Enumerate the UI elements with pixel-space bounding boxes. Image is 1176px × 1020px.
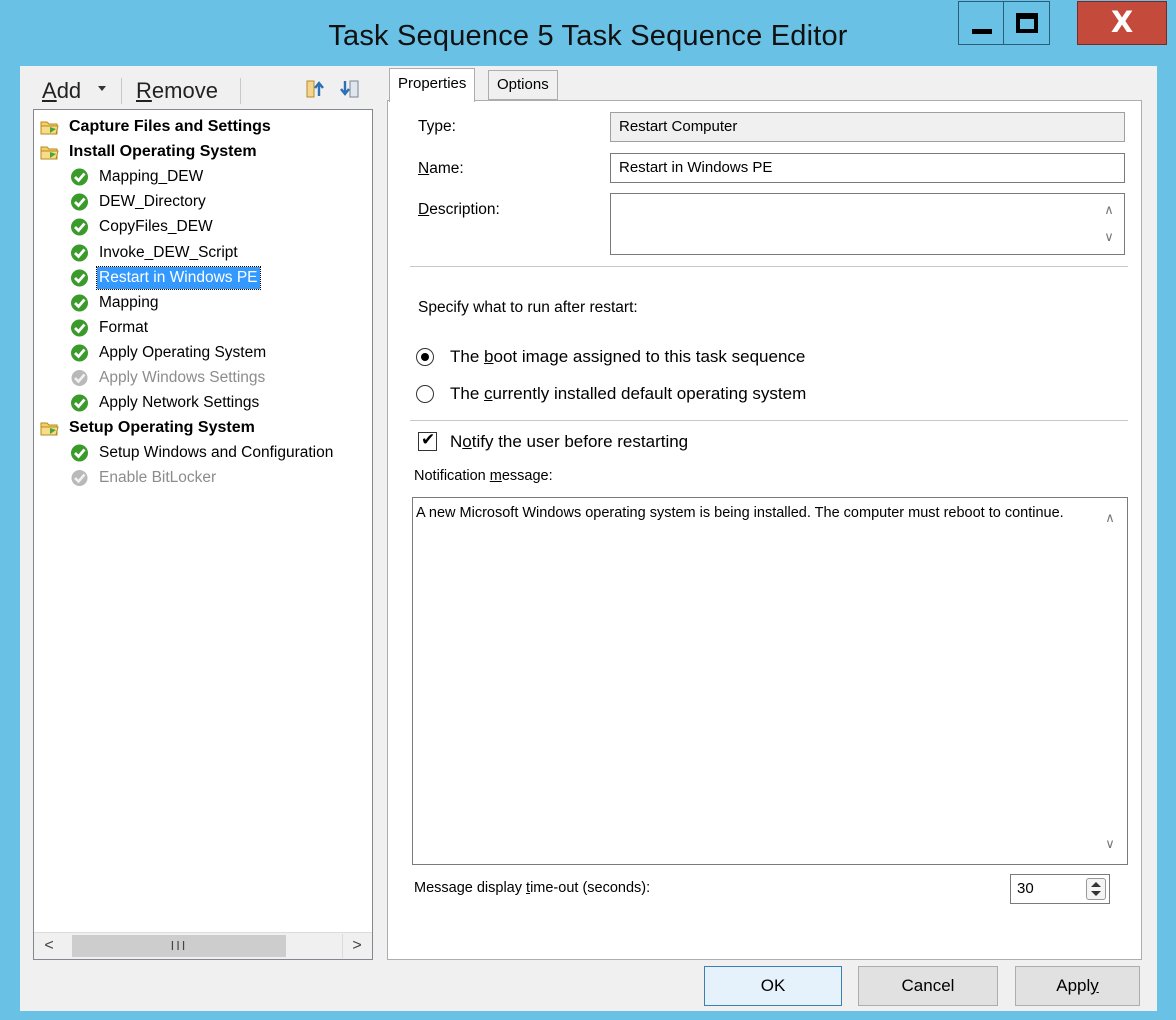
success-check-icon [70,344,89,362]
success-check-icon [70,269,89,287]
maximize-button[interactable] [1004,1,1050,45]
maximize-icon [1016,13,1038,33]
tree-horizontal-scrollbar[interactable]: < III > [34,932,372,959]
tree-item-label: CopyFiles_DEW [99,218,213,236]
success-check-icon [70,193,89,211]
tree-item-label: Capture Files and Settings [69,118,271,135]
close-icon: X [1110,5,1134,39]
move-down-icon[interactable] [338,78,360,100]
installed-os-radio-label[interactable]: The currently installed default operatin… [450,384,806,404]
scroll-down-icon[interactable]: ∨ [1097,832,1123,856]
notification-message-label: Notification message: [414,468,553,484]
toolbar-divider [121,78,122,104]
success-check-icon [70,444,89,462]
type-field: Restart Computer [610,112,1125,142]
tree-item-label: Setup Operating System [69,419,255,437]
name-field[interactable]: Restart in Windows PE [610,153,1125,183]
success-check-icon [70,394,89,412]
folder-icon [40,118,59,136]
move-up-icon[interactable] [305,78,327,100]
toolbar-divider [240,78,241,104]
spinner-arrows-icon[interactable] [1086,878,1106,900]
scroll-right-icon[interactable]: > [342,934,371,958]
timeout-value[interactable]: 30 [1017,875,1034,903]
timeout-spinner[interactable]: 30 [1010,874,1110,904]
tree-item-label: Apply Operating System [99,343,267,361]
description-field[interactable]: ∧ ∨ [610,193,1125,255]
task-sequence-tree[interactable]: Capture Files and Settings Install Operat… [33,109,373,960]
disabled-step-icon [70,469,89,487]
tree-item-label: Apply Network Settings [99,394,260,412]
cancel-button[interactable]: Cancel [858,966,998,1006]
scroll-left-icon[interactable]: < [35,934,63,958]
success-check-icon [70,294,89,312]
add-dropdown-arrow-icon[interactable] [98,86,106,91]
tree-item-label: Apply Windows Settings [99,369,266,386]
tree-item-label: Setup Windows and Configuration [99,444,334,462]
success-check-icon [70,319,89,337]
editor-window: Task Sequence 5 Task Sequence Editor X A… [0,0,1176,1020]
task-toolbar: Add Remove [20,72,375,108]
success-check-icon [70,168,89,186]
tree-item-label: Format [99,318,149,336]
add-menu-button[interactable]: Add [42,78,81,104]
tree-item-label: Invoke_DEW_Script [99,243,238,261]
title-bar[interactable]: Task Sequence 5 Task Sequence Editor X [0,0,1176,66]
minimize-button[interactable] [958,1,1004,45]
boot-image-radio-label[interactable]: The boot image assigned to this task seq… [450,347,805,367]
folder-icon [40,143,59,161]
name-label: Name: [418,160,464,177]
tree-item-label: Enable BitLocker [99,469,217,487]
scroll-up-icon[interactable]: ∧ [1097,506,1123,530]
pane-splitter[interactable] [378,66,386,961]
remove-button[interactable]: Remove [136,78,218,104]
restart-target-label: Specify what to run after restart: [418,299,638,316]
minimize-icon [972,29,992,34]
folder-icon [40,419,59,437]
notification-message-text: A new Microsoft Windows operating system… [416,505,1064,521]
scroll-thumb[interactable]: III [72,935,286,957]
section-divider [410,266,1128,267]
message-vertical-scrollbar[interactable]: ∧ ∨ [1093,498,1127,864]
tree-item-label: Install Operating System [69,143,257,161]
notify-user-checkbox[interactable]: ✔ [418,430,437,451]
description-label: Description: [418,201,500,218]
tab-properties[interactable]: Properties [389,68,476,102]
scroll-up-icon[interactable]: ∧ [1096,198,1122,222]
tree-item-label: DEW_Directory [99,193,206,211]
tree-item-label: Mapping [99,293,159,311]
tab-options[interactable]: Options [488,70,558,100]
notification-message-field[interactable]: A new Microsoft Windows operating system… [412,497,1128,865]
timeout-label: Message display time-out (seconds): [414,880,651,896]
tree-item-label: Restart in Windows PE [96,265,261,290]
disabled-step-icon [70,369,89,387]
success-check-icon [70,218,89,236]
type-label: Type: [418,118,456,135]
scroll-down-icon[interactable]: ∨ [1096,225,1122,249]
boot-image-radio[interactable] [416,348,434,366]
notify-user-label[interactable]: Notify the user before restarting [450,432,688,452]
ok-button[interactable]: OK [704,966,842,1006]
success-check-icon [70,244,89,262]
checkmark-icon: ✔ [421,430,436,450]
installed-os-radio[interactable] [416,385,434,403]
section-divider [410,420,1128,421]
apply-button[interactable]: Apply [1015,966,1140,1006]
close-button[interactable]: X [1077,1,1167,45]
tree-item-label: Mapping_DEW [99,168,204,186]
